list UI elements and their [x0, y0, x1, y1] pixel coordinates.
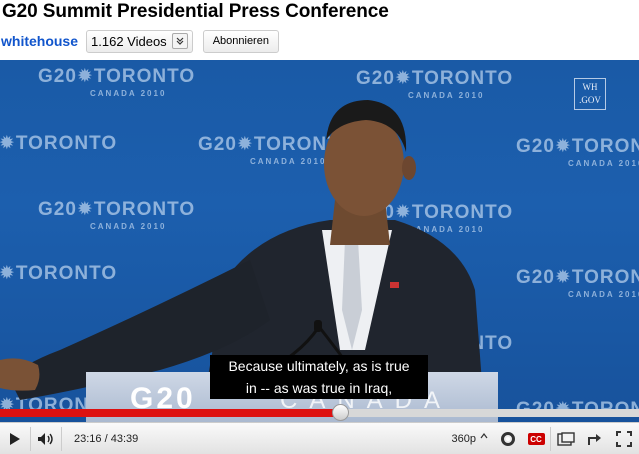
share-arrow-icon	[588, 434, 601, 445]
caption-line-1: Because ultimately, as is true	[210, 355, 428, 377]
gear-icon	[501, 432, 515, 446]
popout-icon	[557, 432, 575, 446]
player-controls-right: 360p CC	[446, 423, 639, 454]
duration: 43:39	[110, 432, 139, 445]
play-button[interactable]	[0, 423, 30, 454]
fullscreen-icon	[616, 431, 632, 447]
quality-button[interactable]: 360p	[446, 423, 494, 454]
volume-icon	[38, 432, 53, 445]
fullscreen-button[interactable]	[609, 423, 639, 454]
subscribe-button[interactable]: Abonnieren	[202, 29, 279, 53]
video-title: G20 Summit Presidential Press Conference	[2, 1, 389, 22]
captions-button[interactable]: CC	[522, 423, 550, 454]
channel-link[interactable]: whitehouse	[1, 33, 78, 49]
popout-button[interactable]	[551, 423, 581, 454]
current-time: 23:16	[74, 432, 102, 445]
progress-played	[0, 409, 340, 417]
divider	[61, 426, 62, 451]
share-button[interactable]	[581, 423, 609, 454]
player-controls: 23:16 / 43:39 360p CC	[0, 422, 639, 454]
caption-line-2: in -- as was true in Iraq,	[210, 377, 428, 399]
video-player[interactable]: G20✹TORONTO CANADA 2010 G20✹TORONTO CANADA…	[0, 60, 639, 422]
progress-knob[interactable]	[331, 404, 349, 421]
annotations-button[interactable]	[494, 423, 522, 454]
time-display: 23:16 / 43:39	[74, 433, 138, 445]
chevron-down-icon[interactable]	[171, 33, 188, 49]
quality-label: 360p	[451, 433, 476, 445]
play-icon	[10, 432, 20, 445]
volume-button[interactable]	[31, 423, 61, 454]
channel-videos-button[interactable]: 1.162 Videos	[86, 29, 193, 53]
time-separator: /	[101, 432, 111, 445]
progress-bar[interactable]	[0, 404, 639, 421]
cc-icon: CC	[527, 433, 545, 445]
channel-bar: whitehouse 1.162 Videos Abonnieren	[0, 28, 279, 54]
videos-count: 1.162 Videos	[91, 33, 167, 49]
caret-up-icon	[480, 433, 488, 439]
